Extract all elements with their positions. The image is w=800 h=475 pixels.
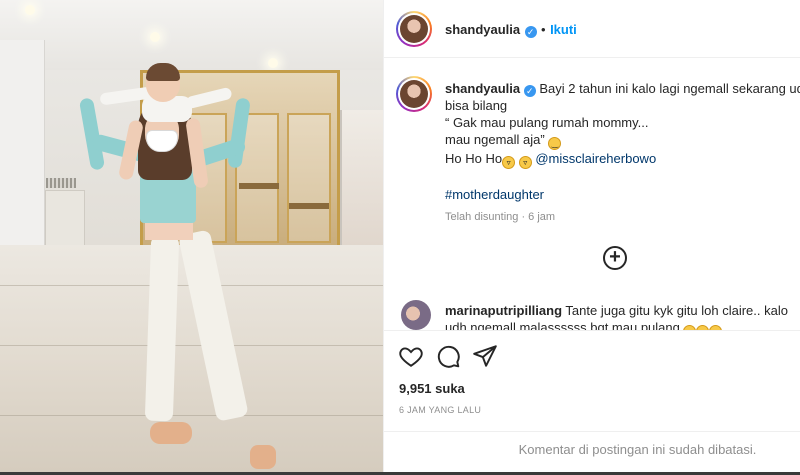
caption-area: shandyaulia ✓ Bayi 2 tahun ini kalo lagi… xyxy=(384,58,800,330)
mall-door xyxy=(45,190,85,250)
hashtag-link[interactable]: #motherdaughter xyxy=(445,187,544,202)
post-actions: 9,951 suka 6 JAM YANG LALU Komentar di p… xyxy=(384,330,800,472)
follow-button[interactable]: Ikuti xyxy=(550,22,577,37)
ceiling-light xyxy=(150,32,160,42)
verified-badge-icon: ✓ xyxy=(523,85,536,97)
caption-author-username[interactable]: shandyaulia xyxy=(445,81,520,96)
commenter-avatar[interactable] xyxy=(401,300,431,330)
wall-vent xyxy=(46,178,76,188)
verified-badge-icon: ✓ xyxy=(524,26,537,38)
comment-icon[interactable] xyxy=(435,343,461,369)
post-caption: shandyaulia ✓ Bayi 2 tahun ini kalo lagi… xyxy=(445,80,800,203)
commenter-username[interactable]: marinaputripilliang xyxy=(445,303,562,318)
caption-line: Bayi 2 tahun ini kalo lagi ngemall sekar… xyxy=(539,81,800,96)
caption-line: mau ngemall aja” xyxy=(445,132,545,147)
smile-emoji-icon: ‿ xyxy=(548,137,562,150)
storefront-right xyxy=(340,110,383,250)
separator-dot: • xyxy=(541,22,546,37)
caption-line: “ Gak mau pulang rumah mommy... xyxy=(445,115,649,130)
laughing-emoji-icon: ▿ xyxy=(502,156,516,169)
heart-icon[interactable] xyxy=(398,343,424,369)
comment-item: marinaputripilliang Tante juga gitu kyk … xyxy=(445,302,795,330)
likes-count[interactable]: 9,951 suka xyxy=(399,381,465,396)
caption-line: bisa bilang xyxy=(445,98,508,113)
post-time-ago[interactable]: 6 JAM YANG LALU xyxy=(399,405,481,415)
plus-circle-icon[interactable]: + xyxy=(603,246,627,270)
mention-link[interactable]: @missclaireherbowo xyxy=(535,151,656,166)
ceiling-light xyxy=(268,58,278,68)
laughing-emoji-icon: ▿ xyxy=(518,156,532,169)
post-photo[interactable] xyxy=(0,0,383,472)
caption-author-avatar[interactable] xyxy=(396,76,432,112)
ceiling-light xyxy=(25,5,35,15)
author-username[interactable]: shandyaulia xyxy=(445,22,520,37)
mall-wall xyxy=(0,40,45,280)
edited-timestamp: Telah disunting · 6 jam xyxy=(445,211,556,223)
comments-closed-notice: Komentar di postingan ini sudah dibatasi… xyxy=(384,431,800,473)
post-header: shandyaulia ✓ • Ikuti xyxy=(384,0,800,58)
post-details-panel: shandyaulia ✓ • Ikuti shandyaulia ✓ Bayi… xyxy=(383,0,800,472)
author-avatar[interactable] xyxy=(396,11,432,47)
share-icon[interactable] xyxy=(472,343,498,369)
mall-ceiling xyxy=(0,0,383,70)
caption-line: Ho Ho Ho xyxy=(445,151,503,166)
